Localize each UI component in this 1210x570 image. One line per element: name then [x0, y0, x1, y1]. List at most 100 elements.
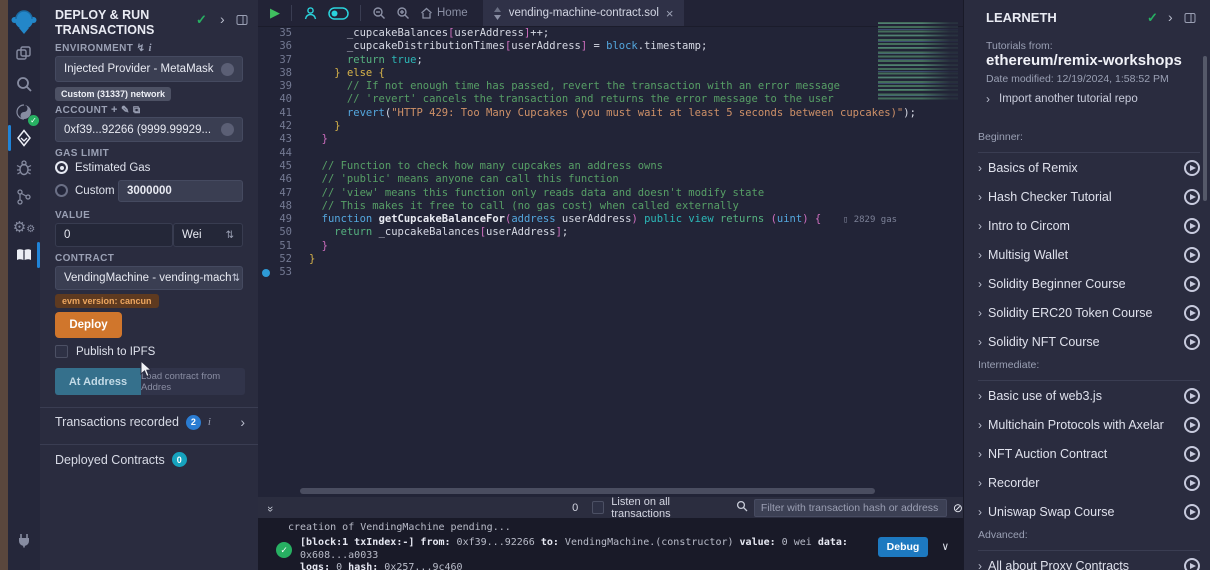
code-line[interactable]: 53 [258, 266, 963, 279]
code-line[interactable]: 38 } else { [258, 67, 963, 80]
line-number[interactable]: 44 [258, 147, 302, 160]
line-number[interactable]: 45 [258, 160, 302, 173]
editor-minimap[interactable] [878, 22, 958, 100]
line-number[interactable]: 40 [258, 93, 302, 106]
at-address-button[interactable]: At Address [55, 368, 141, 395]
line-number[interactable]: 37 [258, 54, 302, 67]
transactions-recorded-row[interactable]: Transactions recorded 2 i › [55, 414, 245, 430]
home-tab[interactable]: Home [420, 7, 468, 20]
code-line[interactable]: 37 return true; [258, 54, 963, 67]
tutorial-item[interactable]: ›Basics of Remix [978, 153, 1200, 182]
tutorial-item[interactable]: ›Hash Checker Tutorial [978, 182, 1200, 211]
settings-icon[interactable]: ⚙⚙ [8, 214, 40, 240]
value-input[interactable]: 0 [55, 223, 173, 247]
learneth-scrollbar[interactable] [1203, 56, 1207, 201]
line-number[interactable]: 53 [258, 266, 302, 279]
import-repo-row[interactable]: › Import another tutorial repo [986, 92, 1138, 106]
line-number[interactable]: 46 [258, 173, 302, 186]
add-account-icon[interactable]: + [111, 104, 118, 116]
unit-stepper-icon[interactable]: ⇅ [226, 230, 234, 241]
play-tutorial-icon[interactable] [1184, 475, 1200, 491]
remixai-assistant-icon[interactable] [303, 6, 318, 21]
play-tutorial-icon[interactable] [1184, 504, 1200, 520]
code-line[interactable]: 47 // 'view' means this function only re… [258, 187, 963, 200]
listen-checkbox[interactable] [592, 501, 604, 514]
line-number[interactable]: 51 [258, 240, 302, 253]
tx-log[interactable]: [block:1 txIndex:-] from: 0xf39...92266 … [300, 537, 865, 570]
publish-ipfs-checkbox[interactable]: Publish to IPFS [55, 345, 155, 358]
deploy-button[interactable]: Deploy [55, 312, 122, 338]
play-tutorial-icon[interactable] [1184, 218, 1200, 234]
line-number[interactable]: 43 [258, 133, 302, 146]
contract-select[interactable]: VendingMachine - vending-machin ⇅ [55, 266, 243, 290]
tutorial-item[interactable]: ›All about Proxy Contracts [978, 551, 1200, 570]
value-unit-select[interactable]: Wei⇅ [173, 223, 243, 247]
tab-vending-machine-contract[interactable]: vending-machine-contract.sol × [483, 0, 684, 26]
search-icon[interactable] [8, 71, 40, 97]
terminal-filter-input[interactable] [754, 499, 947, 517]
line-number[interactable]: 52 [258, 253, 302, 266]
file-explorer-icon[interactable] [8, 41, 40, 67]
deployed-contracts-row[interactable]: Deployed Contracts 0 [55, 452, 187, 467]
copy-account-icon[interactable]: ⧉ [133, 105, 141, 116]
play-tutorial-icon[interactable] [1184, 334, 1200, 350]
close-tab-icon[interactable]: × [666, 6, 674, 21]
line-number[interactable]: 47 [258, 187, 302, 200]
tutorial-item[interactable]: ›Recorder [978, 468, 1200, 497]
debugger-icon[interactable] [8, 155, 40, 181]
gas-custom-radio[interactable]: Custom [55, 184, 115, 197]
play-tutorial-icon[interactable] [1184, 417, 1200, 433]
learneth-collapse-icon[interactable]: › [1168, 9, 1173, 25]
ai-toggle-icon[interactable] [328, 7, 349, 20]
gas-estimated-radio[interactable]: Estimated Gas [55, 161, 150, 174]
breakpoint-dot[interactable] [262, 269, 270, 277]
tutorial-item[interactable]: ›Uniswap Swap Course [978, 497, 1200, 526]
learneth-icon[interactable] [8, 242, 40, 268]
code-line[interactable]: 41 revert("HTTP 429: Too Many Cupcakes (… [258, 107, 963, 120]
code-line[interactable]: 48 // This makes it free to call (no gas… [258, 200, 963, 213]
code-line[interactable]: 36 _cupcakeDistributionTimes[userAddress… [258, 40, 963, 53]
tutorial-item[interactable]: ›NFT Auction Contract [978, 439, 1200, 468]
remix-logo-icon[interactable] [11, 8, 37, 38]
code-line[interactable]: 35 _cupcakeBalances[userAddress]++; [258, 27, 963, 40]
account-menu-icon[interactable] [221, 123, 234, 136]
tutorial-item[interactable]: ›Multichain Protocols with Axelar [978, 410, 1200, 439]
code-line[interactable]: 44 [258, 147, 963, 160]
play-tutorial-icon[interactable] [1184, 305, 1200, 321]
tutorial-item[interactable]: ›Solidity NFT Course [978, 327, 1200, 356]
expand-transactions-icon[interactable]: › [240, 414, 245, 430]
line-number[interactable]: 36 [258, 40, 302, 53]
code-line[interactable]: 50 return _cupcakeBalances[userAddress]; [258, 226, 963, 239]
play-tutorial-icon[interactable] [1184, 247, 1200, 263]
clear-console-icon[interactable]: ⊘ [953, 501, 963, 515]
code-line[interactable]: 49 function getCupcakeBalanceFor(address… [258, 213, 963, 226]
unit-testing-icon[interactable] [8, 184, 40, 210]
tutorial-item[interactable]: ›Basic use of web3.js [978, 381, 1200, 410]
play-tutorial-icon[interactable] [1184, 276, 1200, 292]
line-number[interactable]: 41 [258, 107, 302, 120]
learneth-pin-icon[interactable] [1184, 11, 1196, 29]
collapse-log-icon[interactable]: ∨ [942, 540, 949, 553]
play-tutorial-icon[interactable] [1184, 160, 1200, 176]
code-line[interactable]: 39 // If not enough time has passed, rev… [258, 80, 963, 93]
line-number[interactable]: 50 [258, 226, 302, 239]
play-tutorial-icon[interactable] [1184, 446, 1200, 462]
code-line[interactable]: 45 // Function to check how many cupcake… [258, 160, 963, 173]
solidity-compiler-icon[interactable]: ✓ [8, 99, 40, 125]
play-tutorial-icon[interactable] [1184, 388, 1200, 404]
zoom-out-icon[interactable] [372, 6, 386, 20]
environment-select[interactable]: Injected Provider - MetaMask [55, 56, 243, 82]
play-tutorial-icon[interactable] [1184, 189, 1200, 205]
zoom-in-icon[interactable] [396, 6, 410, 20]
tutorial-item[interactable]: ›Solidity ERC20 Token Course [978, 298, 1200, 327]
account-select[interactable]: 0xf39...92266 (9999.99929... [55, 117, 243, 142]
plugin-manager-icon[interactable] [8, 527, 40, 553]
line-number[interactable]: 39 [258, 80, 302, 93]
code-line[interactable]: 40 // 'revert' cancels the transaction a… [258, 93, 963, 106]
tutorial-item[interactable]: ›Intro to Circom [978, 211, 1200, 240]
line-number[interactable]: 38 [258, 67, 302, 80]
code-line[interactable]: 52} [258, 253, 963, 266]
horizontal-scrollbar[interactable] [300, 488, 875, 494]
at-address-input[interactable]: Load contract from Addres [141, 368, 245, 395]
environment-settings-icon[interactable] [221, 63, 234, 76]
